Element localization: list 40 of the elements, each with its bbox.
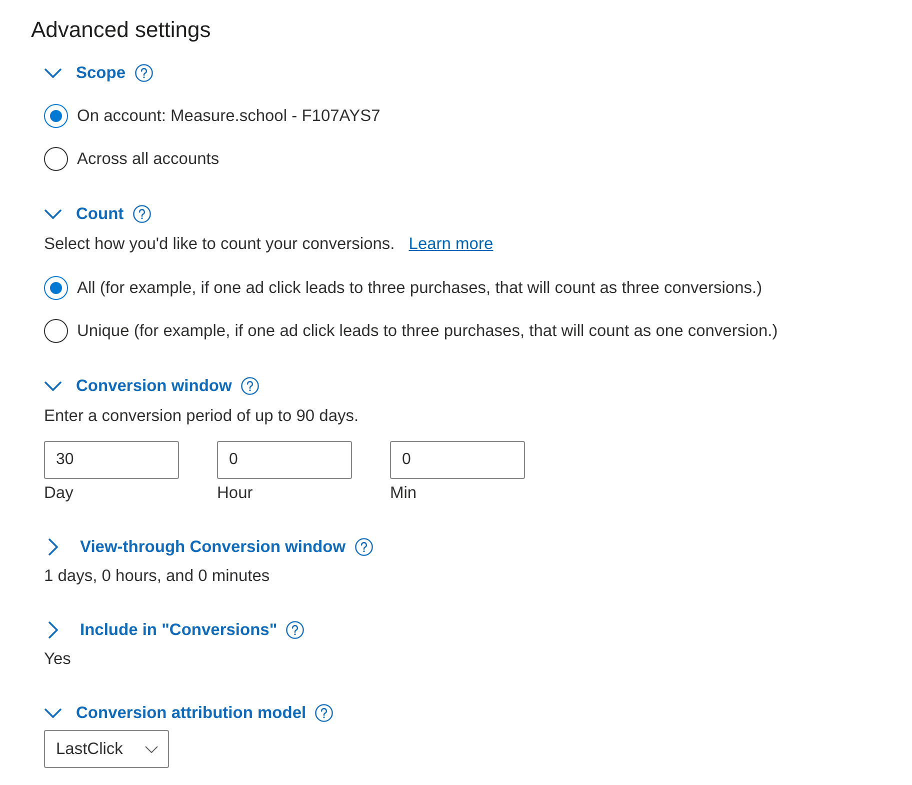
section-heading[interactable]: Count — [76, 203, 124, 225]
help-icon[interactable] — [134, 64, 153, 82]
number-input[interactable]: 30 — [44, 441, 179, 479]
help-icon[interactable] — [354, 538, 373, 556]
help-icon[interactable] — [315, 704, 334, 722]
help-icon[interactable] — [286, 621, 304, 639]
page-title: Advanced settings — [31, 16, 211, 44]
radio-button[interactable] — [44, 147, 68, 171]
field-caption: Hour — [217, 483, 253, 504]
learn-more-link[interactable]: Learn more — [408, 233, 494, 255]
chevron-right-icon[interactable] — [48, 538, 58, 556]
radio-button[interactable] — [44, 104, 68, 128]
radio-label[interactable]: On account: Measure.school - F107AYS7 — [77, 105, 380, 127]
chevron-down-icon[interactable] — [44, 708, 62, 718]
chevron-down-icon[interactable] — [44, 68, 62, 78]
help-icon[interactable] — [132, 205, 151, 223]
section-heading[interactable]: Include in "Conversions" — [80, 619, 278, 641]
chevron-down-icon[interactable] — [44, 381, 62, 391]
field-caption: Day — [44, 483, 74, 504]
radio-label[interactable]: Across all accounts — [77, 148, 220, 170]
section-heading[interactable]: Conversion window — [76, 375, 232, 397]
section-value: 1 days, 0 hours, and 0 minutes — [44, 566, 270, 587]
radio-label[interactable]: Unique (for example, if one ad click leads to three purchases, that will count as one conversion.) — [77, 320, 778, 342]
attribution-dropdown[interactable]: LastClick — [44, 730, 169, 768]
radio-button[interactable] — [44, 319, 68, 343]
section-heading[interactable]: View-through Conversion window — [80, 536, 346, 558]
chevron-right-icon[interactable] — [48, 621, 58, 639]
help-icon[interactable] — [240, 377, 259, 395]
section-value: Yes — [44, 649, 71, 670]
number-input[interactable]: 0 — [217, 441, 352, 479]
chevron-down-icon[interactable] — [44, 209, 62, 219]
section-description: Enter a conversion period of up to 90 days. — [44, 406, 359, 427]
section-heading[interactable]: Scope — [76, 62, 126, 84]
number-input[interactable]: 0 — [390, 441, 525, 479]
section-description: Select how you'd like to count your conversions. — [44, 234, 395, 255]
field-caption: Min — [390, 483, 417, 504]
chevron-down-icon — [145, 746, 158, 752]
section-heading[interactable]: Conversion attribution model — [76, 702, 306, 724]
radio-label[interactable]: All (for example, if one ad click leads to three purchases, that will count as three conversions.) — [77, 277, 762, 299]
radio-button[interactable] — [44, 276, 68, 300]
